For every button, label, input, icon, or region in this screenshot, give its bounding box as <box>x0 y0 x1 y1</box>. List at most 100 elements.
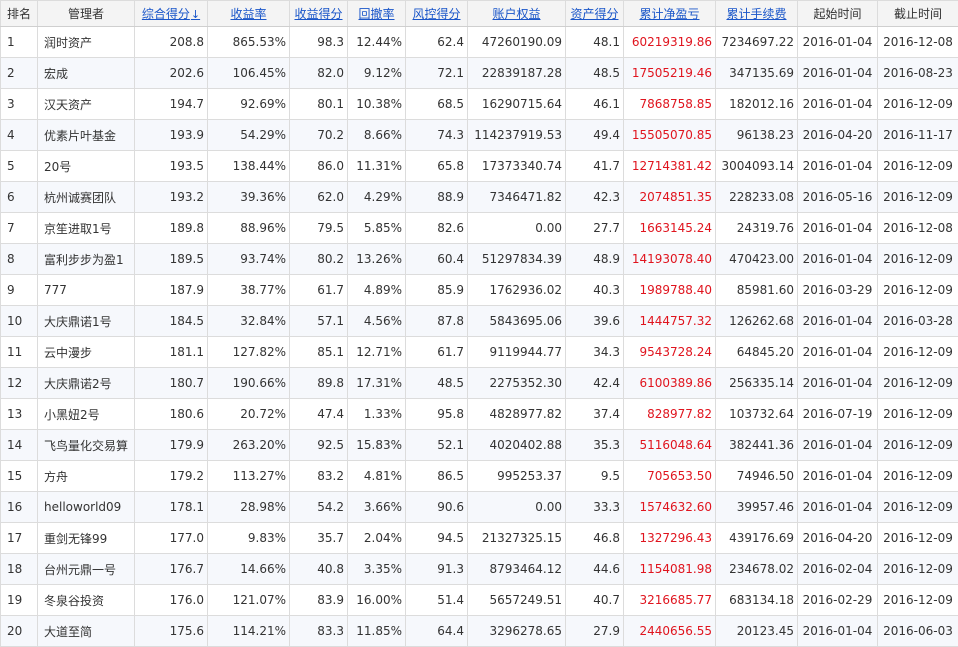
cell-equity: 995253.37 <box>468 461 566 492</box>
cell-start: 2016-01-04 <box>798 27 878 58</box>
cell-equity: 4020402.88 <box>468 430 566 461</box>
column-header-drawdown[interactable]: 回撤率 <box>348 1 406 27</box>
cell-return_score: 86.0 <box>290 151 348 182</box>
cell-drawdown: 15.83% <box>348 430 406 461</box>
table-row: 10大庆鼎诺1号184.532.84%57.14.56%87.85843695.… <box>1 306 958 337</box>
cell-drawdown: 4.29% <box>348 182 406 213</box>
column-header-score[interactable]: 综合得分↓ <box>135 1 208 27</box>
cell-return_score: 47.4 <box>290 399 348 430</box>
cell-rank: 1 <box>1 27 38 58</box>
cell-asset_score: 46.8 <box>566 523 624 554</box>
cell-cum_pnl: 9543728.24 <box>624 337 716 368</box>
cell-risk_score: 52.1 <box>406 430 468 461</box>
cell-return: 263.20% <box>208 430 290 461</box>
cell-cum_fee: 256335.14 <box>716 368 798 399</box>
cell-return_score: 98.3 <box>290 27 348 58</box>
column-header-label-return_score[interactable]: 收益得分 <box>294 7 342 21</box>
cell-rank: 14 <box>1 430 38 461</box>
cell-drawdown: 4.89% <box>348 275 406 306</box>
cell-cum_pnl: 14193078.40 <box>624 244 716 275</box>
cell-manager: helloworld09 <box>38 492 135 523</box>
cell-manager: 杭州诚赛团队 <box>38 182 135 213</box>
cell-equity: 22839187.28 <box>468 58 566 89</box>
cell-end: 2016-08-23 <box>878 58 958 89</box>
cell-asset_score: 49.4 <box>566 120 624 151</box>
cell-return: 127.82% <box>208 337 290 368</box>
cell-asset_score: 39.6 <box>566 306 624 337</box>
table-row: 3汉天资产194.792.69%80.110.38%68.516290715.6… <box>1 89 958 120</box>
sort-descending-icon[interactable]: ↓ <box>191 8 200 21</box>
cell-start: 2016-05-16 <box>798 182 878 213</box>
cell-rank: 11 <box>1 337 38 368</box>
column-header-label-cum_pnl[interactable]: 累计净盈亏 <box>639 7 699 21</box>
cell-score: 208.8 <box>135 27 208 58</box>
cell-manager: 优素片叶基金 <box>38 120 135 151</box>
cell-equity: 47260190.09 <box>468 27 566 58</box>
cell-rank: 9 <box>1 275 38 306</box>
cell-drawdown: 1.33% <box>348 399 406 430</box>
column-header-risk_score[interactable]: 风控得分 <box>406 1 468 27</box>
cell-asset_score: 48.9 <box>566 244 624 275</box>
table-row: 11云中漫步181.1127.82%85.112.71%61.79119944.… <box>1 337 958 368</box>
cell-risk_score: 65.8 <box>406 151 468 182</box>
cell-end: 2016-12-09 <box>878 275 958 306</box>
cell-rank: 12 <box>1 368 38 399</box>
cell-manager: 777 <box>38 275 135 306</box>
cell-cum_fee: 439176.69 <box>716 523 798 554</box>
cell-risk_score: 86.5 <box>406 461 468 492</box>
cell-drawdown: 3.35% <box>348 554 406 585</box>
column-header-cum_pnl[interactable]: 累计净盈亏 <box>624 1 716 27</box>
cell-cum_pnl: 1327296.43 <box>624 523 716 554</box>
column-header-equity[interactable]: 账户权益 <box>468 1 566 27</box>
cell-risk_score: 62.4 <box>406 27 468 58</box>
column-header-label-equity[interactable]: 账户权益 <box>492 7 540 21</box>
cell-risk_score: 48.5 <box>406 368 468 399</box>
cell-asset_score: 41.7 <box>566 151 624 182</box>
column-header-asset_score[interactable]: 资产得分 <box>566 1 624 27</box>
cell-drawdown: 16.00% <box>348 585 406 616</box>
cell-asset_score: 48.5 <box>566 58 624 89</box>
cell-drawdown: 11.31% <box>348 151 406 182</box>
cell-rank: 7 <box>1 213 38 244</box>
cell-score: 181.1 <box>135 337 208 368</box>
cell-manager: 京笙进取1号 <box>38 213 135 244</box>
column-header-label-return[interactable]: 收益率 <box>230 7 266 21</box>
cell-risk_score: 90.6 <box>406 492 468 523</box>
cell-cum_pnl: 60219319.86 <box>624 27 716 58</box>
column-header-label-risk_score[interactable]: 风控得分 <box>412 7 460 21</box>
cell-return: 20.72% <box>208 399 290 430</box>
cell-start: 2016-01-04 <box>798 151 878 182</box>
table-row: 12大庆鼎诺2号180.7190.66%89.817.31%48.5227535… <box>1 368 958 399</box>
column-header-label-cum_fee[interactable]: 累计手续费 <box>726 7 786 21</box>
cell-return_score: 61.7 <box>290 275 348 306</box>
cell-return_score: 35.7 <box>290 523 348 554</box>
cell-manager: 台州元鼎一号 <box>38 554 135 585</box>
cell-end: 2016-12-09 <box>878 523 958 554</box>
cell-end: 2016-12-09 <box>878 430 958 461</box>
cell-equity: 8793464.12 <box>468 554 566 585</box>
table-row: 1润时资产208.8865.53%98.312.44%62.447260190.… <box>1 27 958 58</box>
column-header-rank: 排名 <box>1 1 38 27</box>
cell-asset_score: 9.5 <box>566 461 624 492</box>
cell-cum_fee: 347135.69 <box>716 58 798 89</box>
column-header-label-score[interactable]: 综合得分 <box>142 7 190 21</box>
cell-cum_fee: 126262.68 <box>716 306 798 337</box>
cell-drawdown: 10.38% <box>348 89 406 120</box>
cell-cum_pnl: 1154081.98 <box>624 554 716 585</box>
column-header-label-drawdown[interactable]: 回撤率 <box>358 7 394 21</box>
cell-end: 2016-12-09 <box>878 399 958 430</box>
table-row: 14飞鸟量化交易算179.9263.20%92.515.83%52.140204… <box>1 430 958 461</box>
cell-end: 2016-03-28 <box>878 306 958 337</box>
cell-return: 92.69% <box>208 89 290 120</box>
column-header-label-asset_score[interactable]: 资产得分 <box>570 7 618 21</box>
column-header-return[interactable]: 收益率 <box>208 1 290 27</box>
cell-score: 176.7 <box>135 554 208 585</box>
cell-rank: 5 <box>1 151 38 182</box>
cell-start: 2016-01-04 <box>798 368 878 399</box>
cell-cum_fee: 103732.64 <box>716 399 798 430</box>
column-header-cum_fee[interactable]: 累计手续费 <box>716 1 798 27</box>
table-header: 排名管理者综合得分↓收益率收益得分回撤率风控得分账户权益资产得分累计净盈亏累计手… <box>1 1 958 27</box>
column-header-return_score[interactable]: 收益得分 <box>290 1 348 27</box>
cell-return_score: 83.3 <box>290 616 348 647</box>
cell-equity: 16290715.64 <box>468 89 566 120</box>
